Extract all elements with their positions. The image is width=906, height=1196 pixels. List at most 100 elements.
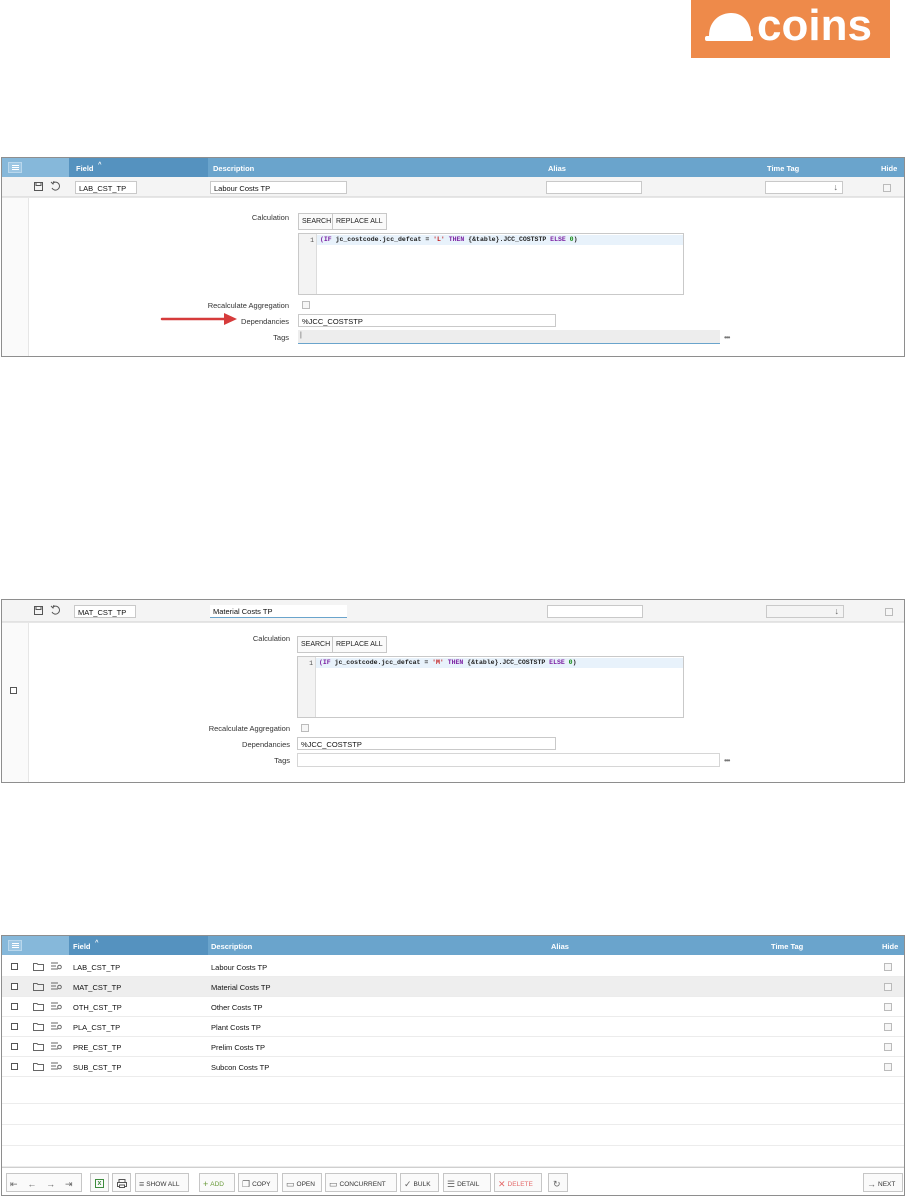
folder-icon[interactable] (33, 1042, 44, 1054)
undo-icon[interactable] (50, 604, 61, 618)
recalculate-aggregation-checkbox[interactable] (302, 301, 310, 309)
last-page-icon[interactable]: ⇥ (65, 1179, 73, 1189)
row-select-checkbox[interactable] (11, 1003, 18, 1010)
description-input[interactable]: Material Costs TP (210, 605, 347, 618)
hide-checkbox[interactable] (884, 1003, 892, 1011)
delete-button[interactable]: ✕ DELETE (494, 1173, 542, 1192)
detail-label: DETAIL (457, 1181, 480, 1188)
previous-page-icon[interactable]: ← (27, 1179, 36, 1189)
alias-input[interactable] (546, 181, 642, 194)
more-options-icon[interactable]: ••• (724, 756, 730, 765)
header-alias[interactable]: Alias (551, 942, 569, 951)
save-icon[interactable] (34, 182, 43, 194)
show-all-button[interactable]: ≡ SHOW ALL (135, 1173, 189, 1192)
detail-icon[interactable] (51, 962, 62, 974)
concurrent-button[interactable]: ▭ CONCURRENT (325, 1173, 397, 1192)
header-hide[interactable]: Hide (882, 942, 898, 951)
detail-icon[interactable] (51, 1022, 62, 1034)
field-name-input[interactable]: MAT_CST_TP (74, 605, 136, 618)
header-description[interactable]: Description (213, 164, 254, 173)
code-token: 0 (565, 236, 574, 243)
header-field[interactable]: Field (76, 164, 94, 173)
table-row[interactable]: OTH_CST_TP Other Costs TP (2, 997, 904, 1017)
field-name-input[interactable]: LAB_CST_TP (75, 181, 137, 194)
search-button[interactable]: SEARCH (297, 636, 335, 653)
row-select-checkbox[interactable] (11, 983, 18, 990)
time-tag-select[interactable]: ↓ (766, 605, 844, 618)
hide-checkbox[interactable] (883, 184, 891, 192)
recalculate-aggregation-label: Recalculate Aggregation (207, 301, 289, 310)
export-excel-button[interactable]: x (90, 1173, 109, 1192)
hide-checkbox[interactable] (884, 983, 892, 991)
dependancies-input[interactable]: %JCC_COSTSTP (298, 314, 556, 327)
tags-input[interactable] (297, 753, 720, 767)
table-row[interactable]: MAT_CST_TP Material Costs TP (2, 977, 904, 997)
hide-checkbox[interactable] (885, 608, 893, 616)
replace-all-button[interactable]: REPLACE ALL (332, 636, 387, 653)
table-row[interactable]: PRE_CST_TP Prelim Costs TP (2, 1037, 904, 1057)
plus-icon: + (203, 1179, 209, 1189)
more-options-icon[interactable]: ••• (724, 333, 730, 342)
header-alias[interactable]: Alias (548, 164, 566, 173)
calculation-code-editor[interactable]: 1 (IF jc_costcode.jcc_defcat = 'L' THEN … (298, 233, 684, 295)
code-token: {&table}.JCC_COSTSTP (463, 659, 546, 666)
folder-icon[interactable] (33, 982, 44, 994)
detail-button[interactable]: ☰ DETAIL (443, 1173, 491, 1192)
save-icon[interactable] (34, 606, 43, 618)
alias-input[interactable] (547, 605, 643, 618)
next-page-icon[interactable]: → (46, 1179, 55, 1189)
folder-icon[interactable] (33, 1062, 44, 1074)
hide-checkbox[interactable] (884, 1023, 892, 1031)
recalculate-aggregation-checkbox[interactable] (301, 724, 309, 732)
detail-icon[interactable] (51, 982, 62, 994)
close-icon: ✕ (498, 1179, 506, 1189)
search-button[interactable]: SEARCH (298, 213, 336, 230)
print-button[interactable] (112, 1173, 131, 1192)
undo-icon[interactable] (50, 180, 61, 194)
tags-input[interactable]: | (298, 330, 720, 344)
copy-button[interactable]: ❐ COPY (238, 1173, 278, 1192)
detail-icon[interactable] (51, 1002, 62, 1014)
edit-row: MAT_CST_TP Material Costs TP ↓ (2, 600, 904, 622)
folder-icon[interactable] (33, 1022, 44, 1034)
next-button[interactable]: → NEXT (863, 1173, 903, 1192)
calculation-code-editor[interactable]: 1 (IF jc_costcode.jcc_defcat = 'M' THEN … (297, 656, 684, 718)
first-page-icon[interactable]: ⇤ (10, 1179, 18, 1189)
folder-icon[interactable] (33, 1002, 44, 1014)
time-tag-select[interactable]: ↓ (765, 181, 843, 194)
row-select-checkbox[interactable] (11, 1063, 18, 1070)
hide-checkbox[interactable] (884, 963, 892, 971)
edit-row: LAB_CST_TP Labour Costs TP ↓ (2, 177, 904, 197)
detail-icon[interactable] (51, 1042, 62, 1054)
hide-checkbox[interactable] (884, 1063, 892, 1071)
code-line[interactable]: (IF jc_costcode.jcc_defcat = 'L' THEN {&… (317, 235, 683, 245)
column-menu-icon[interactable] (8, 162, 22, 173)
code-line[interactable]: (IF jc_costcode.jcc_defcat = 'M' THEN {&… (316, 658, 683, 668)
header-hide[interactable]: Hide (881, 164, 897, 173)
folder-icon[interactable] (33, 962, 44, 974)
row-select-checkbox[interactable] (11, 1043, 18, 1050)
header-description[interactable]: Description (211, 942, 252, 951)
header-time-tag[interactable]: Time Tag (767, 164, 799, 173)
row-select-checkbox[interactable] (10, 687, 17, 694)
detail-icon[interactable] (51, 1062, 62, 1074)
header-time-tag[interactable]: Time Tag (771, 942, 803, 951)
add-button[interactable]: + ADD (199, 1173, 235, 1192)
check-icon: ✓ (404, 1179, 412, 1189)
code-token: 0 (564, 659, 573, 666)
refresh-button[interactable]: ↻ (548, 1173, 568, 1192)
hide-checkbox[interactable] (884, 1043, 892, 1051)
row-select-checkbox[interactable] (11, 1023, 18, 1030)
description-input[interactable]: Labour Costs TP (210, 181, 347, 194)
open-button[interactable]: ▭ OPEN (282, 1173, 322, 1192)
replace-all-button[interactable]: REPLACE ALL (332, 213, 387, 230)
column-menu-icon[interactable] (8, 940, 22, 951)
table-row[interactable]: PLA_CST_TP Plant Costs TP (2, 1017, 904, 1037)
header-field[interactable]: Field (73, 942, 91, 951)
empty-row (2, 1146, 904, 1167)
dependancies-input[interactable]: %JCC_COSTSTP (297, 737, 556, 750)
table-row[interactable]: LAB_CST_TP Labour Costs TP (2, 957, 904, 977)
bulk-button[interactable]: ✓ BULK (400, 1173, 439, 1192)
row-select-checkbox[interactable] (11, 963, 18, 970)
table-row[interactable]: SUB_CST_TP Subcon Costs TP (2, 1057, 904, 1077)
